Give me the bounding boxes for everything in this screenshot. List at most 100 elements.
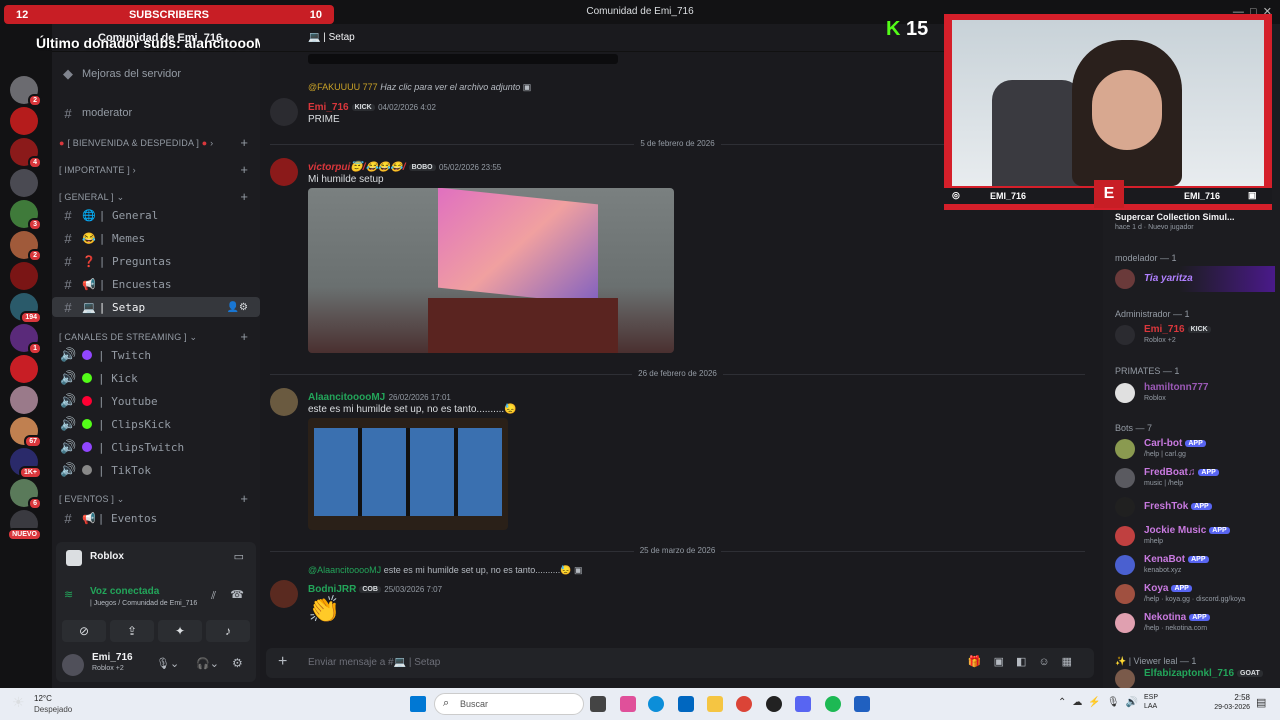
category-eventos[interactable]: [ EVENTOS ] ⌄ <box>59 494 125 505</box>
app-icon[interactable] <box>854 696 870 712</box>
microphone-icon[interactable]: 🎙⌄ <box>156 657 179 670</box>
voice-channel-item[interactable]: 🔊 | ClipsTwitch <box>52 437 260 457</box>
discord-icon[interactable] <box>795 696 811 712</box>
sub-count-right: 10 <box>309 8 322 21</box>
server-icon[interactable]: 2 <box>10 76 42 107</box>
server-icon[interactable]: 2 <box>10 231 42 262</box>
monitors-photo[interactable] <box>308 418 508 530</box>
avatar[interactable] <box>270 158 298 186</box>
avatar[interactable] <box>270 98 298 126</box>
server-icon[interactable]: 194 <box>10 293 42 324</box>
input-lang[interactable]: ESP <box>1144 694 1158 701</box>
category-bienvenida[interactable]: ● [ BIENVENIDA & DESPEDIDA ] ● › <box>59 138 213 148</box>
tray-icons[interactable]: ⌃☁⚡🎙🔊 <box>1058 697 1144 708</box>
server-icon[interactable]: 67 <box>10 417 42 448</box>
server-icon[interactable] <box>10 386 38 414</box>
avatar[interactable] <box>62 654 84 676</box>
app-badge: APP <box>1189 614 1210 621</box>
server-icon[interactable]: 3 <box>10 200 42 231</box>
search-box[interactable]: ⌕ Buscar <box>434 693 584 715</box>
activity-icon[interactable]: ▭ <box>234 550 244 563</box>
server-icon[interactable]: 1K+ <box>10 448 42 479</box>
message-input[interactable]: Enviar mensaje a #💻 | Setap <box>308 657 440 668</box>
activity-title[interactable]: Supercar Collection Simul... <box>1115 212 1235 222</box>
activities-icon[interactable]: ✦ <box>158 620 202 642</box>
chrome-icon[interactable] <box>736 696 752 712</box>
member-item[interactable]: Tia yaritza <box>1115 266 1275 292</box>
server-icon[interactable] <box>10 355 38 383</box>
member-item[interactable]: KenaBot APP kenabot.xyz <box>1115 552 1275 578</box>
voice-channel-item[interactable]: 🔊 | Kick <box>52 368 260 388</box>
server-icon[interactable] <box>10 169 38 197</box>
channel-item[interactable]: # 💻 | Setap 👤⚙ <box>52 297 260 317</box>
member-item[interactable]: FredBoat♫ APP music | /help <box>1115 465 1275 491</box>
settings-gear-icon[interactable]: 👤⚙ <box>227 302 248 313</box>
channel-eventos[interactable]: # 📢 | Eventos <box>52 508 260 528</box>
notification-icon[interactable]: ▤ <box>1256 696 1266 709</box>
member-item[interactable]: Jockie Music APP mhelp <box>1115 523 1275 549</box>
spotify-icon[interactable] <box>825 696 841 712</box>
author-name[interactable]: Emi_716 <box>308 102 349 113</box>
category-streaming[interactable]: [ CANALES DE STREAMING ] ⌄ <box>59 332 197 343</box>
reply-preview[interactable]: @FAKUUUU 777 Haz clic para ver el archiv… <box>308 82 531 93</box>
store-icon[interactable] <box>678 696 694 712</box>
member-item[interactable]: FreshTok APP <box>1115 494 1275 520</box>
channel-item[interactable]: # 🌐 | General <box>52 205 260 225</box>
edge-icon[interactable] <box>648 696 664 712</box>
member-item[interactable]: Carl-bot APP/help | carl.gg <box>1115 436 1275 462</box>
taskview-icon[interactable] <box>590 696 606 712</box>
disconnect-icon[interactable]: ☎ <box>230 588 244 601</box>
category-general[interactable]: [ GENERAL ] ⌄ <box>59 192 124 203</box>
server-icon[interactable] <box>10 107 38 135</box>
voice-channel-item[interactable]: 🔊 | TikTok <box>52 460 260 480</box>
unread-badge: 2 <box>28 249 42 262</box>
noise-suppression-icon[interactable]: ⫽ <box>211 590 216 603</box>
member-item[interactable]: hamiltonn777 Roblox <box>1115 380 1275 406</box>
headphones-icon[interactable]: 🎧⌄ <box>196 657 219 670</box>
avatar[interactable] <box>270 388 298 416</box>
server-icon[interactable]: 4 <box>10 138 42 169</box>
image-attachment-partial[interactable] <box>308 54 618 64</box>
category-importante[interactable]: [ IMPORTANTE ] › <box>59 165 136 175</box>
voice-location[interactable]: | Juegos / Comunidad de Emi_716 <box>90 600 197 607</box>
voice-channel-item[interactable]: 🔊 | Twitch <box>52 345 260 365</box>
clock-time[interactable]: 2:58 <box>1230 693 1250 702</box>
camera-off-icon[interactable]: ⊘ <box>62 620 106 642</box>
server-icon[interactable]: 6 <box>10 479 42 510</box>
platform-dot-icon <box>82 465 92 475</box>
composer-tools[interactable]: 🎁▣◧☺▦ <box>968 655 1084 668</box>
settings-gear-icon[interactable]: ⚙ <box>232 656 243 670</box>
member-item[interactable]: Koya APP/help · koya.gg · discord.gg/koya <box>1115 581 1275 607</box>
voice-channel-item[interactable]: 🔊 | Youtube <box>52 391 260 411</box>
server-icon[interactable] <box>10 262 38 290</box>
server-icon[interactable]: NUEVO <box>7 510 42 541</box>
author-name[interactable]: AlaancitooooMJ <box>308 392 385 403</box>
copilot-icon[interactable] <box>620 696 636 712</box>
add-channel-icon[interactable]: + <box>240 135 248 150</box>
channel-item[interactable]: # 📢 | Encuestas <box>52 274 260 294</box>
channel-item[interactable]: # 😂 | Memes <box>52 228 260 248</box>
add-channel-icon[interactable]: + <box>240 329 248 344</box>
soundboard-icon[interactable]: ♪ <box>206 620 250 642</box>
server-icon[interactable]: 1 <box>10 324 42 355</box>
file-explorer-icon[interactable] <box>707 696 723 712</box>
add-channel-icon[interactable]: + <box>240 162 248 177</box>
add-channel-icon[interactable]: + <box>240 491 248 506</box>
add-channel-icon[interactable]: + <box>240 189 248 204</box>
weather-icon[interactable]: ☀ <box>12 694 25 711</box>
server-boost-item[interactable]: ◆ Mejoras del servidor <box>52 64 260 84</box>
channel-moderator[interactable]: # moderator <box>52 103 260 123</box>
avatar[interactable] <box>270 580 298 608</box>
channel-item[interactable]: # ❓ | Preguntas <box>52 251 260 271</box>
member-item[interactable]: Nekotina APP/help · nekotina.com <box>1115 610 1275 636</box>
obs-icon[interactable] <box>766 696 782 712</box>
windows-start-icon[interactable] <box>410 696 426 712</box>
voice-channel-item[interactable]: 🔊 | ClipsKick <box>52 414 260 434</box>
reply-preview[interactable]: @AlaancitooooMJ este es mi humilde set u… <box>308 565 583 576</box>
setup-photo[interactable] <box>308 188 674 353</box>
add-attachment-icon[interactable]: + <box>278 653 287 671</box>
member-item[interactable]: Emi_716 KICK Roblox +2 <box>1115 322 1275 348</box>
screen-share-icon[interactable]: ⇪ <box>110 620 154 642</box>
author-name[interactable]: victorpui😇/😂😂😂/ <box>308 162 406 173</box>
unread-badge: 2 <box>28 94 42 107</box>
